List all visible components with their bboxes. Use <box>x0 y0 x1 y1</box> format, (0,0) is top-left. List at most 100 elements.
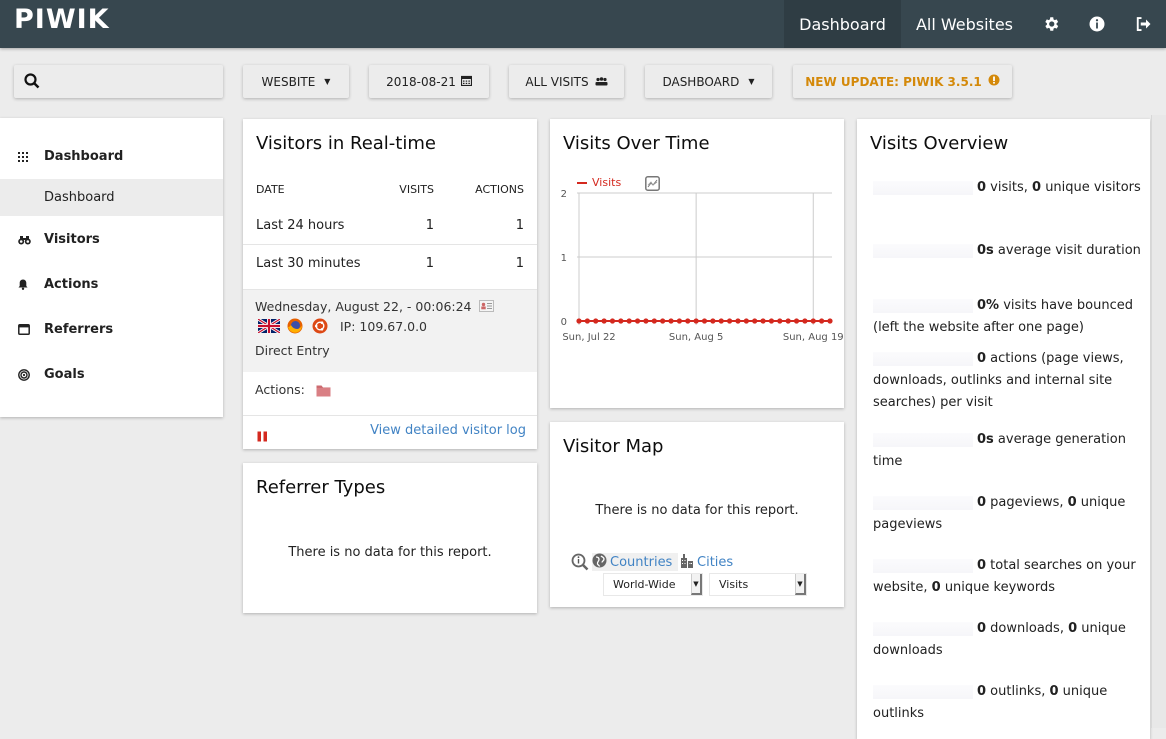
sparkline[interactable] <box>873 495 973 510</box>
overview-metric: 0s average generation time <box>873 429 1147 473</box>
cell-visits: 1 <box>425 255 434 271</box>
cities-link: Cities <box>697 554 734 570</box>
widget-title: Referrer Types <box>256 477 386 498</box>
data-point <box>651 318 657 324</box>
data-point <box>777 318 783 324</box>
metric-select[interactable]: Visits ▼ <box>709 573 807 596</box>
sparkline[interactable] <box>873 243 973 258</box>
uk-flag-icon <box>257 317 281 336</box>
piwik-logo[interactable]: PIWIK <box>14 4 110 35</box>
data-point <box>743 318 749 324</box>
data-point <box>618 318 624 324</box>
countries-link: Countries <box>610 554 673 570</box>
cell-actions: 1 <box>515 255 524 271</box>
chart-legend[interactable]: Visits <box>577 176 621 189</box>
search-icon <box>24 73 40 93</box>
pause-icon[interactable] <box>257 427 268 446</box>
x-tick-label: Sun, Jul 22 <box>562 332 615 343</box>
top-bar: PIWIK Dashboard All Websites <box>0 0 1166 48</box>
zoom-info-icon[interactable] <box>571 553 589 575</box>
sparkline[interactable] <box>873 432 973 447</box>
metric-value: 0 <box>977 684 987 699</box>
metric-value: 0 <box>1068 621 1078 636</box>
metric-select-value: Visits <box>719 578 749 591</box>
sign-out-icon[interactable] <box>1120 0 1166 48</box>
visits-chart: 0 1 2 Sun, Jul 22 Sun, Aug 5 Sun, Aug 19 <box>561 189 844 343</box>
data-point <box>685 318 691 324</box>
globe-icon <box>592 553 607 572</box>
sidebar-item-visitors[interactable]: Visitors <box>0 221 223 258</box>
website-selector[interactable]: WESBITE ▼ <box>243 65 349 98</box>
sidebar-item-goals[interactable]: Goals <box>0 356 223 393</box>
legend-swatch <box>577 181 587 184</box>
data-point <box>676 318 682 324</box>
sidebar-item-actions[interactable]: Actions <box>0 266 223 303</box>
nav-all-websites[interactable]: All Websites <box>901 0 1028 48</box>
data-point <box>752 318 758 324</box>
column-header-date: DATE <box>256 182 285 196</box>
sparkline[interactable] <box>873 351 973 366</box>
sidebar-subitem-label: Dashboard <box>44 190 115 205</box>
cities-tab[interactable]: Cities <box>680 553 733 571</box>
data-point <box>718 318 724 324</box>
widget-referrer-types: Referrer Types There is no data for this… <box>243 463 537 613</box>
data-point <box>768 318 775 324</box>
update-notice-button[interactable]: NEW UPDATE: PIWIK 3.5.1 <box>793 65 1012 98</box>
metric-text: visits, <box>986 180 1033 195</box>
segment-selector-label: ALL VISITS <box>525 74 589 89</box>
view-visitor-log-link[interactable]: View detailed visitor log <box>370 423 526 438</box>
sidebar-subitem-dashboard[interactable]: Dashboard <box>0 179 223 216</box>
date-selector[interactable]: 2018-08-21 <box>369 65 489 98</box>
target-icon <box>0 368 44 381</box>
dashboard-selector-label: DASHBOARD <box>662 74 740 89</box>
region-select[interactable]: World-Wide ▼ <box>603 573 703 596</box>
metric-value: 0 <box>1049 684 1059 699</box>
data-point <box>584 318 590 324</box>
data-point <box>819 318 825 324</box>
sparkline[interactable] <box>873 180 973 195</box>
overview-metric: 0 pageviews, 0 unique pageviews <box>873 492 1147 536</box>
chart-type-icon[interactable] <box>645 176 660 195</box>
cell-date: Last 30 minutes <box>256 255 361 271</box>
info-icon[interactable] <box>1074 0 1120 48</box>
visitor-profile-icon[interactable] <box>479 300 494 315</box>
metric-value: 0 <box>977 351 987 366</box>
top-nav: Dashboard All Websites <box>784 0 1166 48</box>
exclamation-circle-icon <box>988 74 1000 89</box>
folder-icon[interactable] <box>316 384 331 400</box>
caret-down-icon: ▼ <box>748 77 755 86</box>
bell-icon <box>0 279 44 290</box>
update-notice-label: NEW UPDATE: PIWIK 3.5.1 <box>805 74 982 89</box>
sidebar-item-dashboard[interactable]: Dashboard <box>0 138 223 175</box>
visitor-entry[interactable]: Wednesday, August 22, - 00:06:24 IP: 109… <box>243 289 537 372</box>
metric-value: 0s <box>977 432 994 447</box>
dropdown-arrow-icon: ▼ <box>691 574 702 595</box>
page-scrollbar[interactable] <box>1151 115 1166 728</box>
sidebar-item-referrers[interactable]: Referrers <box>0 311 223 348</box>
widget-realtime-visitors: Visitors in Real-time DATE VISITS ACTION… <box>243 119 537 449</box>
metric-value: 0 <box>977 621 987 636</box>
no-data-message: There is no data for this report. <box>288 545 492 560</box>
realtime-table: DATE VISITS ACTIONS Last 24 hours 1 1 La… <box>243 171 537 281</box>
data-point <box>693 318 699 324</box>
gear-icon[interactable] <box>1028 0 1074 48</box>
data-point <box>785 318 791 324</box>
data-point <box>634 318 641 324</box>
calendar-icon <box>460 75 472 89</box>
data-point <box>701 318 708 324</box>
countries-tab[interactable]: Countries <box>592 553 679 572</box>
nav-dashboard[interactable]: Dashboard <box>784 0 901 48</box>
dashboard-selector[interactable]: DASHBOARD ▼ <box>645 65 772 98</box>
search-input[interactable] <box>14 65 223 98</box>
sparkline[interactable] <box>873 621 973 636</box>
data-point <box>626 318 632 324</box>
sparkline[interactable] <box>873 558 973 573</box>
sparkline[interactable] <box>873 684 973 699</box>
sidebar-item-label: Dashboard <box>44 149 124 164</box>
metric-value: 0 <box>931 580 941 595</box>
data-point <box>735 318 741 324</box>
segment-selector[interactable]: ALL VISITS <box>509 65 624 98</box>
sparkline[interactable] <box>873 298 973 313</box>
data-point <box>760 318 766 324</box>
overview-metric: 0 visits, 0 unique visitors <box>873 177 1147 199</box>
